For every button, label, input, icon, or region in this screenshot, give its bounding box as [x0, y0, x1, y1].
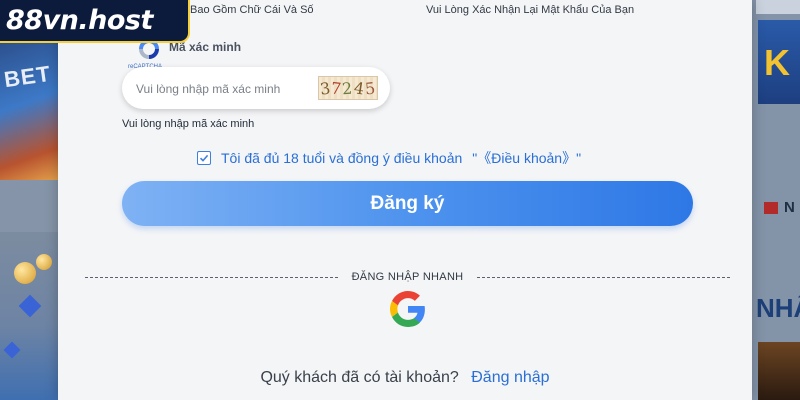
divider-line: [477, 276, 730, 278]
register-button[interactable]: Đăng ký: [122, 181, 693, 226]
existing-account-line: Quý khách đã có tài khoản? Đăng nhập: [58, 369, 752, 387]
background-section-title: NHẬ: [756, 293, 800, 323]
language-label: N: [784, 199, 795, 216]
brand-logo[interactable]: 88vn.host: [0, 0, 190, 43]
gem-icon: [18, 294, 42, 318]
confirm-password-hint: Vui Lòng Xác Nhận Lại Mật Khẩu Của Bạn: [426, 4, 635, 16]
quick-login-label: ĐĂNG NHẬP NHANH: [351, 271, 464, 283]
google-icon[interactable]: [390, 291, 426, 327]
agree-checkbox[interactable]: [197, 151, 211, 165]
quick-login-divider: ĐĂNG NHẬP NHANH: [85, 271, 730, 283]
background-topbar: [756, 0, 800, 14]
agree-text: Tôi đã đủ 18 tuổi và đồng ý điều khoản: [221, 150, 463, 166]
divider-line: [85, 276, 338, 278]
checkmark-icon: [199, 154, 209, 162]
coin-icon: [36, 254, 52, 270]
background-strip: [0, 180, 58, 232]
password-hint: Bao Gồm Chữ Cái Và Số: [190, 4, 314, 16]
register-modal: Bao Gồm Chữ Cái Và Số Vui Lòng Xác Nhận …: [58, 0, 752, 400]
captcha-field: 3 7 2 4 5: [122, 67, 390, 109]
background-banner-letter: K: [764, 42, 790, 83]
have-account-text: Quý khách đã có tài khoản?: [260, 369, 459, 386]
flag-icon: [764, 202, 778, 214]
login-link[interactable]: Đăng nhập: [471, 369, 549, 386]
background-right-panel: K N NHẬ: [752, 0, 800, 400]
gem-icon: [3, 341, 21, 359]
background-promo-banner: BET: [0, 40, 58, 180]
coin-icon: [14, 262, 36, 284]
background-game-thumbnail: [758, 342, 800, 400]
captcha-image[interactable]: 3 7 2 4 5: [318, 76, 378, 100]
background-left-panel: BET: [0, 0, 58, 400]
captcha-char: 5: [363, 77, 377, 99]
brand-logo-text: 88vn.host: [6, 5, 153, 36]
background-right-banner: K: [758, 20, 800, 104]
age-terms-agreement: Tôi đã đủ 18 tuổi và đồng ý điều khoản "…: [197, 148, 581, 168]
background-banner-text: BET: [2, 60, 53, 93]
background-game-promo: [0, 232, 58, 400]
captcha-help-text: Vui lòng nhập mã xác minh: [122, 118, 255, 130]
terms-link[interactable]: "《Điều khoản》": [472, 148, 581, 168]
captcha-input[interactable]: [134, 77, 308, 101]
